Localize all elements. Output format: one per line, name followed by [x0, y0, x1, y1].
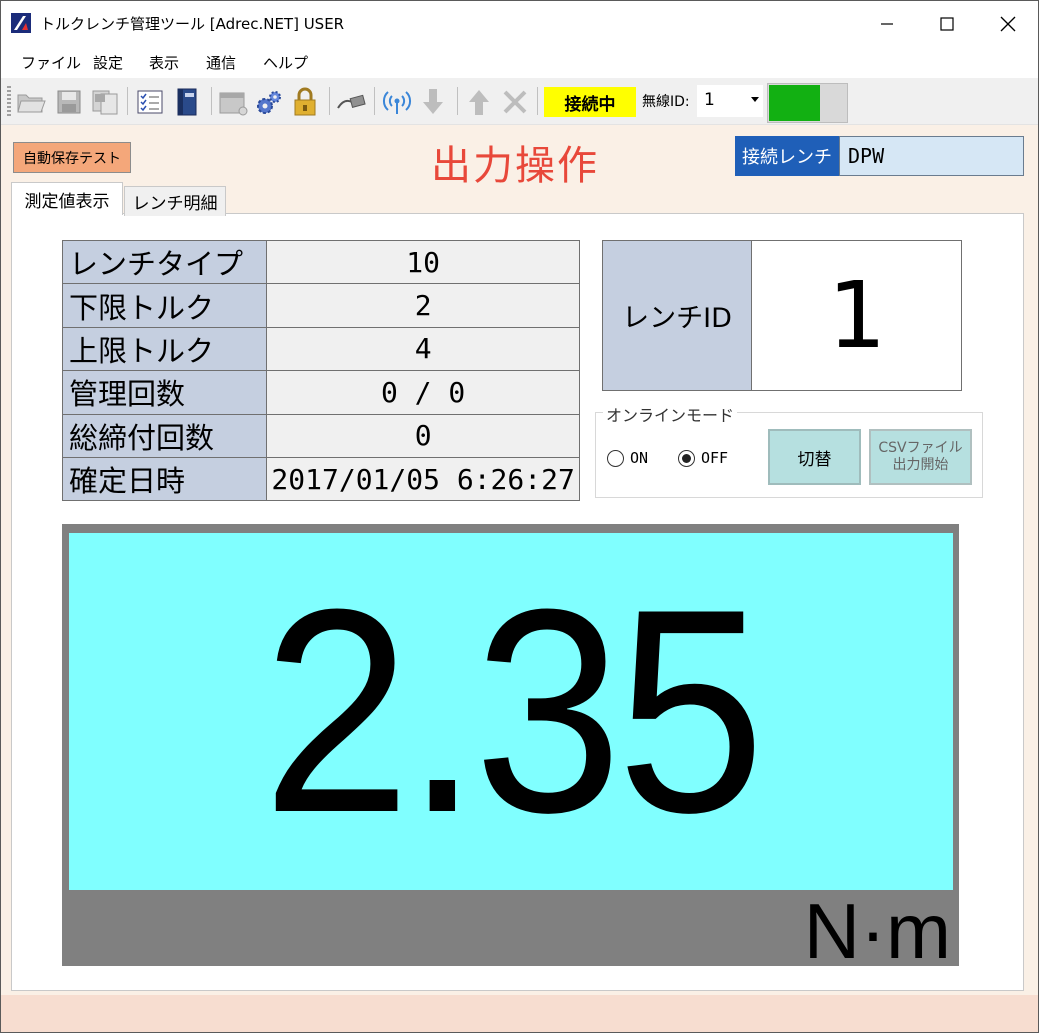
download-button[interactable]	[417, 86, 449, 118]
menu-bar: ファイル 設定 表示 通信 ヘルプ	[1, 46, 1038, 78]
save-icon	[57, 90, 81, 114]
close-icon	[1000, 16, 1016, 31]
export-icon	[92, 90, 118, 115]
wrench-id-value: 1	[827, 262, 887, 369]
radio-circle-checked	[678, 449, 695, 467]
toolbar-separator	[211, 87, 212, 115]
upload-button[interactable]	[463, 86, 495, 118]
row-value: 2	[266, 283, 580, 328]
book-icon	[177, 88, 197, 116]
disconnect-button[interactable]	[499, 86, 531, 118]
download-arrow-icon	[423, 89, 443, 114]
toolbar-separator	[329, 87, 330, 115]
gears-icon	[257, 91, 281, 114]
tab-wrench-details[interactable]: レンチ明細	[124, 186, 226, 216]
online-on-label: ON	[630, 449, 649, 467]
wrench-info-table: レンチタイプ 10 下限トルク 2 上限トルク 4 管理回数 0 / 0 総締付…	[61, 239, 580, 502]
wireless-icon	[382, 91, 412, 114]
window-title: トルクレンチ管理ツール [Adrec.NET] USER	[40, 15, 345, 33]
title-bar: トルクレンチ管理ツール [Adrec.NET] USER	[1, 1, 1038, 46]
usb-connect-button[interactable]	[335, 86, 367, 118]
auto-save-test-button[interactable]: 自動保存テスト	[13, 142, 131, 173]
row-label: 管理回数	[61, 370, 268, 415]
toolbar-grip	[7, 86, 11, 116]
maximize-button[interactable]	[918, 1, 976, 46]
app-logo-icon	[11, 13, 31, 33]
checklist-button[interactable]	[134, 86, 166, 118]
connection-status-badge: 接続中	[544, 87, 636, 117]
settings-button[interactable]	[253, 86, 285, 118]
row-label: 下限トルク	[61, 283, 268, 328]
toolbar-separator	[457, 87, 458, 115]
switch-button[interactable]: 切替	[768, 429, 861, 485]
open-folder-button[interactable]	[15, 86, 47, 118]
close-button[interactable]	[979, 1, 1037, 46]
connected-wrench-value: DPW	[839, 136, 1024, 176]
manual-button[interactable]	[171, 86, 203, 118]
table-row: レンチタイプ 10	[61, 239, 580, 285]
row-label: 総締付回数	[61, 413, 268, 458]
radio-circle	[607, 449, 624, 467]
window-icon	[219, 92, 248, 116]
wireless-button[interactable]	[381, 86, 413, 118]
row-value: 0 / 0	[266, 370, 580, 415]
toolbar-separator	[374, 87, 375, 115]
row-label: 確定日時	[61, 456, 268, 502]
csv-button-line2: 出力開始	[892, 457, 949, 473]
signal-indicator	[767, 83, 848, 123]
csv-button-line1: CSVファイル	[878, 440, 963, 456]
usb-cable-icon	[337, 94, 366, 109]
row-label: レンチタイプ	[61, 239, 268, 285]
app-window: トルクレンチ管理ツール [Adrec.NET] USER ファイル 設定 表示 …	[0, 0, 1039, 1033]
menu-communication[interactable]: 通信	[206, 52, 236, 73]
table-row: 下限トルク 2	[61, 283, 580, 328]
minimize-button[interactable]	[858, 1, 916, 46]
page-title: 出力操作	[431, 143, 599, 189]
wrench-id-box: レンチID 1	[602, 240, 962, 391]
online-off-radio[interactable]: OFF	[678, 449, 728, 467]
row-value: 10	[266, 239, 580, 285]
status-strip	[1, 995, 1038, 1032]
row-label: 上限トルク	[61, 326, 268, 372]
wireless-id-select[interactable]: 1	[697, 85, 763, 117]
toolbar-separator	[537, 87, 538, 115]
measurement-unit: N·m	[803, 887, 951, 975]
online-mode-legend: オンラインモード	[603, 402, 738, 426]
menu-help[interactable]: ヘルプ	[263, 52, 308, 73]
lock-button[interactable]	[289, 86, 321, 118]
row-value: 4	[266, 326, 580, 372]
upload-arrow-icon	[469, 90, 489, 115]
export-button[interactable]	[89, 86, 121, 118]
toolbar	[1, 78, 1038, 125]
menu-file[interactable]: ファイル	[21, 52, 81, 73]
row-value: 2017/01/05 6:26:27	[266, 456, 580, 502]
save-button[interactable]	[53, 86, 85, 118]
window-button[interactable]	[217, 86, 249, 118]
minimize-icon	[881, 22, 893, 25]
signal-indicator-fill	[769, 85, 820, 121]
toolbar-separator	[127, 87, 128, 115]
wrench-id-label: レンチID	[603, 241, 752, 390]
online-off-label: OFF	[701, 449, 729, 467]
wireless-id-label: 無線ID:	[642, 94, 690, 110]
menu-settings[interactable]: 設定	[93, 52, 123, 73]
lock-icon	[294, 87, 316, 116]
table-row: 上限トルク 4	[61, 326, 580, 372]
csv-output-start-button[interactable]: CSVファイル 出力開始	[869, 429, 972, 485]
wireless-id-value: 1	[704, 90, 715, 110]
menu-view[interactable]: 表示	[149, 52, 179, 73]
table-row: 管理回数 0 / 0	[61, 370, 580, 415]
row-value: 0	[266, 413, 580, 458]
table-row: 確定日時 2017/01/05 6:26:27	[61, 456, 580, 502]
chevron-down-icon	[751, 97, 759, 102]
open-folder-icon	[17, 94, 46, 113]
table-row: 総締付回数 0	[61, 413, 580, 458]
connected-wrench-label: 接続レンチ	[735, 136, 839, 176]
measurement-value: 2.35	[262, 549, 765, 873]
disconnect-icon	[503, 90, 527, 114]
checklist-icon	[137, 90, 163, 114]
maximize-icon	[940, 16, 954, 31]
online-on-radio[interactable]: ON	[607, 449, 648, 467]
tab-measurement[interactable]: 測定値表示	[11, 182, 123, 215]
